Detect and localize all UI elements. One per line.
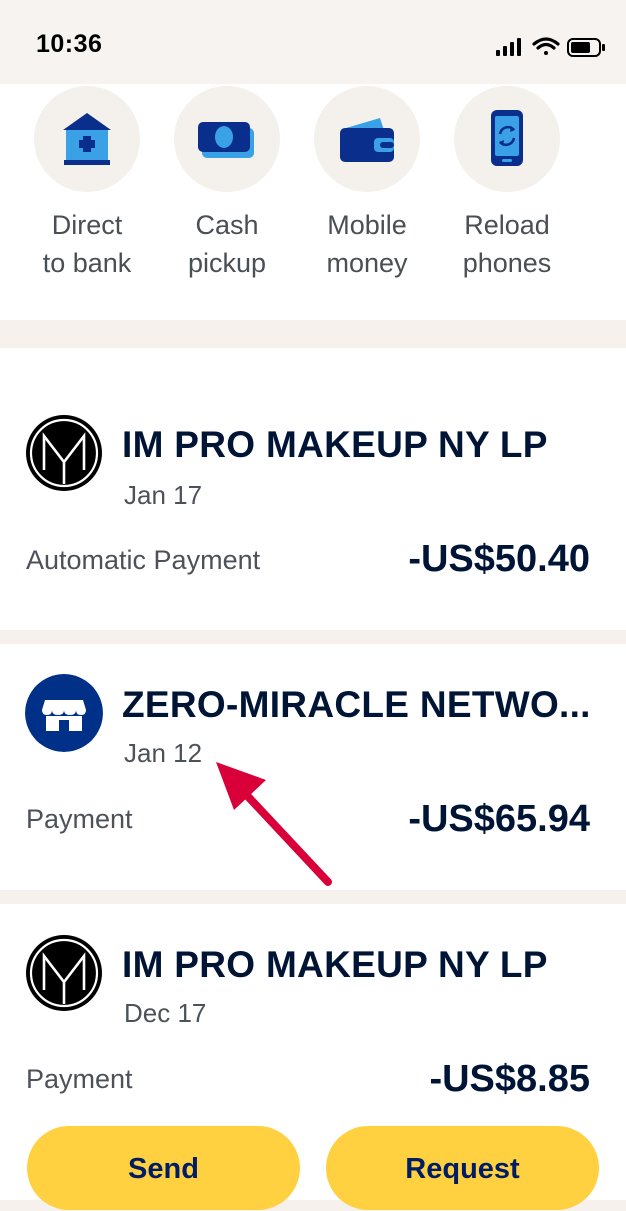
transaction-date: Jan 12 <box>124 738 203 768</box>
quick-action-circle <box>314 86 420 192</box>
transaction-type: Automatic Payment <box>26 545 261 575</box>
phone-reload-icon <box>491 110 523 166</box>
quick-action-label: Cash pickup <box>187 210 267 278</box>
store-icon <box>25 674 103 752</box>
transaction-date: Jan 17 <box>124 480 203 510</box>
wallet-icon <box>340 118 394 162</box>
quick-actions: Direct to bank Cash pickup Mobile money <box>0 84 626 320</box>
transaction-type: Payment <box>26 804 133 834</box>
quick-action-direct-to-bank[interactable]: Direct to bank <box>17 86 157 282</box>
battery-icon <box>567 38 605 57</box>
quick-action-reload-phones[interactable]: Reload phones <box>437 86 577 282</box>
bottom-action-bar: Send Request <box>0 1108 626 1210</box>
quick-action-cash-pickup[interactable]: Cash pickup <box>157 86 297 282</box>
quick-action-mobile-money[interactable]: Mobile money <box>297 86 437 282</box>
send-button[interactable]: Send <box>27 1126 300 1210</box>
quick-action-circle <box>174 86 280 192</box>
wifi-icon <box>532 37 560 55</box>
im-pro-logo <box>26 935 102 1011</box>
cellular-signal-icon <box>496 38 521 56</box>
quick-action-circle <box>34 86 140 192</box>
transaction-date: Dec 17 <box>124 998 207 1028</box>
quick-action-label: Direct to bank <box>42 210 132 278</box>
transaction-amount: -US$8.85 <box>429 1058 590 1100</box>
annotation-arrow-icon <box>216 762 332 886</box>
im-pro-logo <box>26 415 102 491</box>
quick-action-circle <box>454 86 560 192</box>
transaction-card[interactable]: IM PRO MAKEUP NY LP Jan 17 Automatic Pay… <box>0 348 626 630</box>
merchant-name: IM PRO MAKEUP NY LP <box>122 424 548 465</box>
cash-icon <box>198 122 254 158</box>
merchant-name: IM PRO MAKEUP NY LP <box>122 944 548 985</box>
bank-icon <box>63 113 111 165</box>
status-time: 10:36 <box>36 30 103 58</box>
status-bar: 10:36 <box>0 0 626 84</box>
merchant-name: ZERO-MIRACLE NETWO... <box>122 684 591 725</box>
transaction-card[interactable]: IM PRO MAKEUP NY LP Dec 17 Payment -US$8… <box>0 904 626 1114</box>
transaction-amount: -US$65.94 <box>408 798 590 840</box>
quick-action-label: Mobile money <box>326 210 408 278</box>
transaction-amount: -US$50.40 <box>408 538 590 580</box>
transaction-type: Payment <box>26 1064 133 1094</box>
status-icons <box>496 37 605 57</box>
request-button[interactable]: Request <box>326 1126 599 1210</box>
quick-action-label: Reload phones <box>462 210 552 278</box>
